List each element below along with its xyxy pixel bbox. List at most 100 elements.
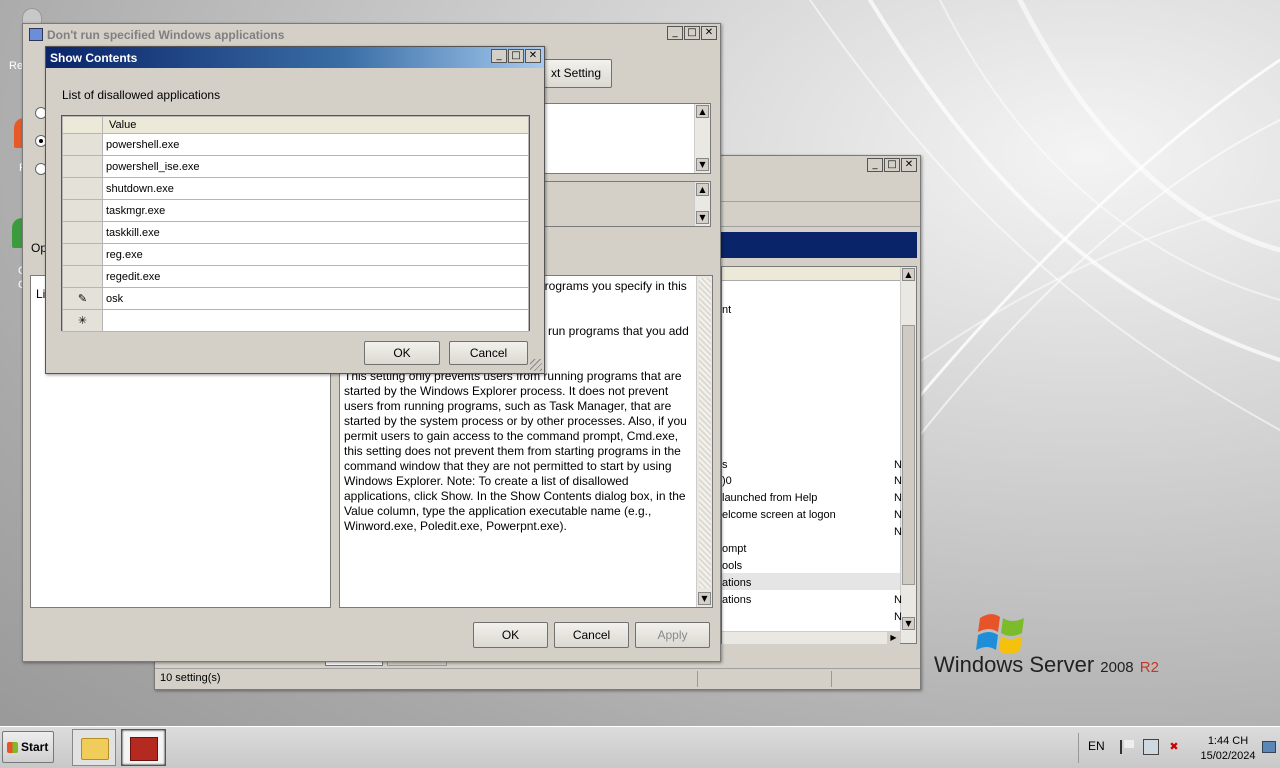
ok-button[interactable]: OK xyxy=(473,622,548,648)
list-item[interactable]: nt xyxy=(722,304,731,316)
show-contents-ok-button[interactable]: OK xyxy=(364,341,440,365)
scroll-up-icon[interactable]: ▲ xyxy=(696,105,709,118)
cancel-button[interactable]: Cancel xyxy=(554,622,629,648)
volume-muted-icon[interactable]: ✖ xyxy=(1166,739,1182,755)
scroll-down-icon[interactable]: ▼ xyxy=(902,617,915,630)
table-row-editing[interactable]: ✎ osk xyxy=(62,287,529,310)
value-cell[interactable]: reg.exe xyxy=(102,243,529,266)
action-center-flag-icon[interactable] xyxy=(1120,740,1134,754)
table-row-new[interactable]: ✳ xyxy=(62,309,529,332)
row-header[interactable] xyxy=(62,265,103,288)
table-row[interactable]: powershell_ise.exe xyxy=(62,155,529,178)
gpedit-settings-list[interactable]: ▲ ▼ ▶ nt s N )0 N launched from Help N e… xyxy=(721,266,917,644)
language-indicator[interactable]: EN xyxy=(1088,739,1105,753)
show-contents-dialog[interactable]: Show Contents _ □ ✕ List of disallowed a… xyxy=(45,46,545,374)
clock-time[interactable]: 1:44 CH xyxy=(1190,735,1266,747)
clock-date[interactable]: 15/02/2024 xyxy=(1190,750,1266,762)
row-header[interactable] xyxy=(62,243,103,266)
help-partial-text: run programs that you add xyxy=(548,324,689,338)
show-contents-titlebar[interactable]: Show Contents xyxy=(46,47,544,68)
table-row[interactable]: reg.exe xyxy=(62,243,529,266)
apply-button[interactable]: Apply xyxy=(635,622,710,648)
value-cell[interactable]: regedit.exe xyxy=(102,265,529,288)
table-row[interactable]: shutdown.exe xyxy=(62,177,529,200)
table-row[interactable]: taskkill.exe xyxy=(62,221,529,244)
pencil-icon: ✎ xyxy=(62,287,103,310)
help-scrollbar[interactable]: ▼ xyxy=(696,276,712,607)
settings-list-header xyxy=(722,267,900,281)
scroll-up-icon[interactable]: ▲ xyxy=(902,268,915,281)
list-item[interactable]: s xyxy=(722,459,728,471)
list-item[interactable]: ools xyxy=(722,560,742,572)
help-text: This setting only prevents users from ru… xyxy=(344,369,687,533)
brand-edition: R2 xyxy=(1139,659,1159,676)
start-button[interactable]: Start xyxy=(2,731,54,763)
value-cell[interactable]: taskkill.exe xyxy=(102,221,529,244)
network-icon[interactable] xyxy=(1143,739,1159,755)
list-item-state: N xyxy=(894,492,902,504)
status-divider xyxy=(697,671,698,687)
list-item[interactable]: ations xyxy=(722,594,751,606)
list-item[interactable]: ompt xyxy=(722,543,746,555)
value-cell-editing[interactable]: osk xyxy=(102,287,529,310)
row-header[interactable] xyxy=(62,199,103,222)
close-icon[interactable]: ✕ xyxy=(901,158,917,172)
options-list-label: Li xyxy=(36,287,46,301)
tray-divider xyxy=(1078,733,1079,763)
minimize-icon[interactable]: _ xyxy=(867,158,883,172)
row-header[interactable] xyxy=(62,155,103,178)
settings-list-scrollbar[interactable]: ▲ ▼ xyxy=(900,267,916,643)
show-desktop-icon[interactable] xyxy=(1262,741,1276,753)
list-item[interactable]: elcome screen at logon xyxy=(722,509,836,521)
maximize-icon[interactable]: □ xyxy=(884,158,900,172)
asterisk-icon: ✳ xyxy=(62,309,103,332)
maximize-icon[interactable]: □ xyxy=(508,49,524,63)
value-cell[interactable]: powershell_ise.exe xyxy=(102,155,529,178)
table-row[interactable]: regedit.exe xyxy=(62,265,529,288)
policy-editor-icon xyxy=(130,737,158,761)
gpedit-taskbar-button[interactable] xyxy=(121,729,166,766)
value-cell[interactable]: taskmgr.exe xyxy=(102,199,529,222)
list-item-state: N xyxy=(894,526,902,538)
resize-grip-icon[interactable] xyxy=(530,359,542,371)
table-row[interactable]: taskmgr.exe xyxy=(62,199,529,222)
scroll-thumb[interactable] xyxy=(902,325,915,585)
row-header[interactable] xyxy=(62,177,103,200)
value-cell[interactable]: powershell.exe xyxy=(102,133,529,156)
scroll-down-icon[interactable]: ▼ xyxy=(696,158,709,171)
minimize-icon[interactable]: _ xyxy=(491,49,507,63)
list-item[interactable]: )0 xyxy=(722,475,732,487)
brand-version: 2008 xyxy=(1100,659,1134,676)
scroll-down-icon[interactable]: ▼ xyxy=(698,592,711,605)
list-item[interactable]: launched from Help xyxy=(722,492,817,504)
show-contents-title: Show Contents xyxy=(50,51,138,65)
policy-titlebar[interactable]: Don't run specified Windows applications xyxy=(23,24,720,46)
close-icon[interactable]: ✕ xyxy=(525,49,541,63)
values-grid[interactable]: Value powershell.exe powershell_ise.exe … xyxy=(61,115,530,332)
supported-scrollbar[interactable]: ▲ ▼ xyxy=(694,182,710,226)
list-item[interactable]: ations xyxy=(722,577,751,589)
list-item-state: N xyxy=(894,611,902,623)
scroll-down-icon[interactable]: ▼ xyxy=(696,211,709,224)
row-header[interactable] xyxy=(62,221,103,244)
minimize-icon[interactable]: _ xyxy=(667,26,683,40)
value-cell-new[interactable] xyxy=(102,309,529,332)
close-icon[interactable]: ✕ xyxy=(701,26,717,40)
row-header[interactable] xyxy=(62,133,103,156)
show-contents-cancel-button[interactable]: Cancel xyxy=(449,341,528,365)
policy-title: Don't run specified Windows applications xyxy=(47,28,285,42)
value-column-header[interactable]: Value xyxy=(102,116,529,134)
list-item-state: N xyxy=(894,459,902,471)
settings-list-hscrollbar[interactable]: ▶ xyxy=(722,631,900,644)
comment-scrollbar[interactable]: ▲ ▼ xyxy=(694,104,710,173)
value-cell[interactable]: shutdown.exe xyxy=(102,177,529,200)
explorer-taskbar-button[interactable] xyxy=(72,729,116,766)
table-row[interactable]: powershell.exe xyxy=(62,133,529,156)
grid-corner-cell xyxy=(62,116,103,134)
maximize-icon[interactable]: □ xyxy=(684,26,700,40)
scroll-right-icon[interactable]: ▶ xyxy=(887,632,900,644)
scroll-up-icon[interactable]: ▲ xyxy=(696,183,709,196)
help-scroll-thumb[interactable] xyxy=(699,278,711,588)
policy-app-icon xyxy=(29,28,43,41)
comment-box[interactable]: ▲ ▼ xyxy=(523,103,711,174)
